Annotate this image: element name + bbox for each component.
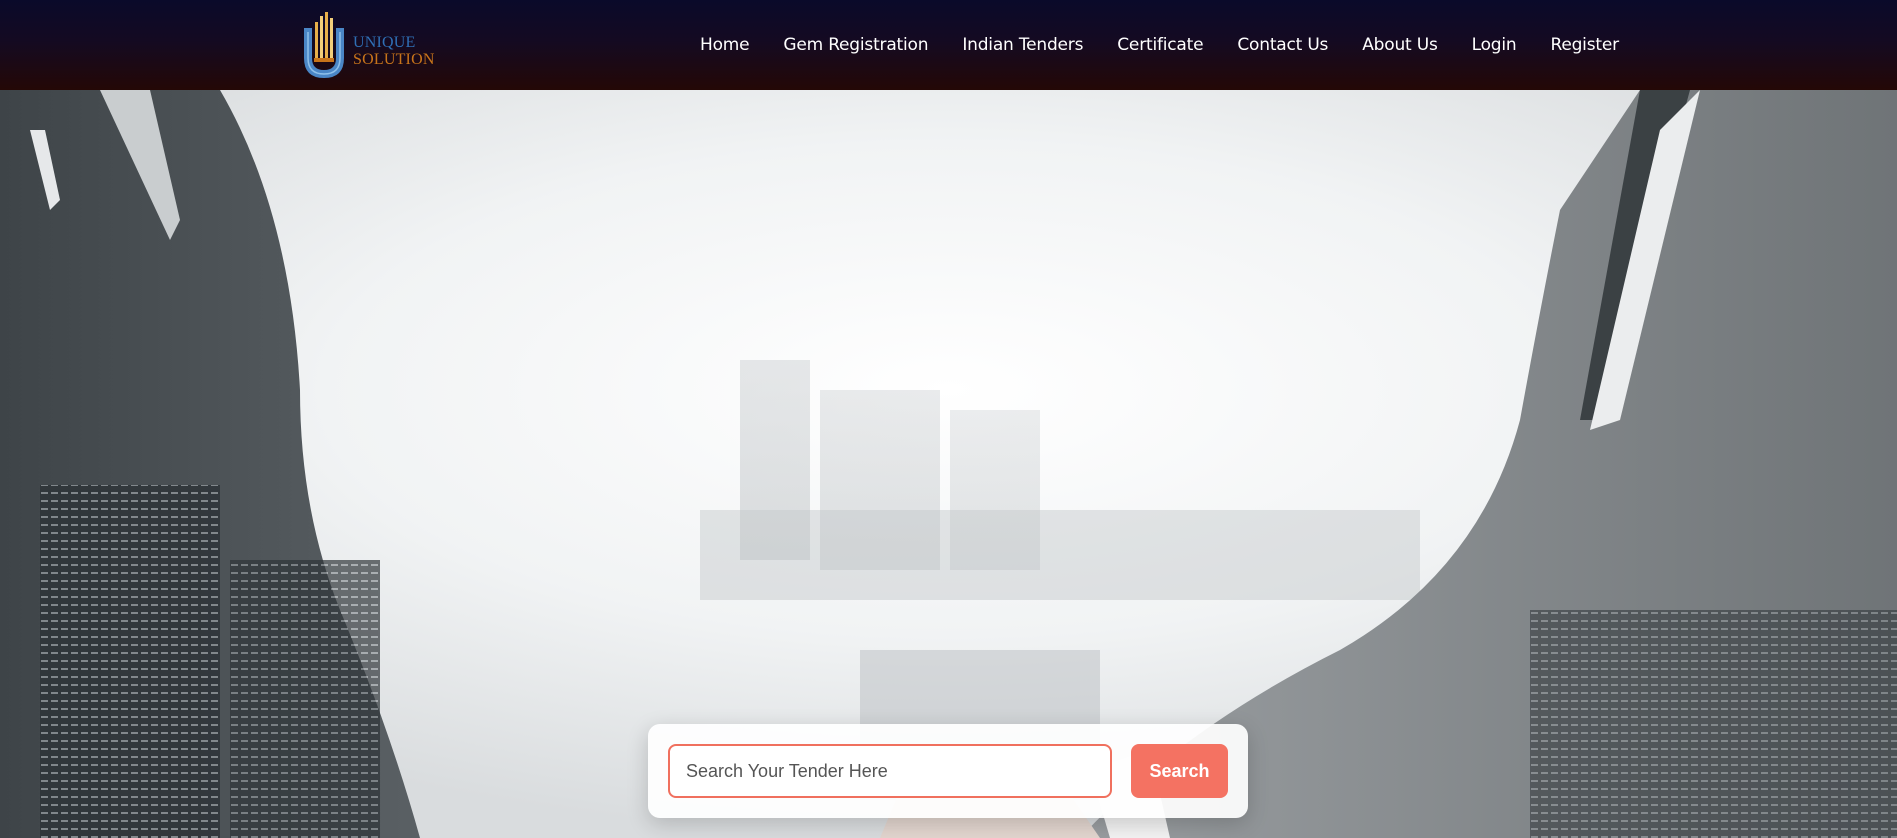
nav-item-login[interactable]: Login [1472, 35, 1517, 55]
nav-item-contact-us[interactable]: Contact Us [1237, 35, 1328, 55]
search-button[interactable]: Search [1131, 744, 1228, 798]
brand-logo[interactable]: UNIQUE SOLUTION [302, 10, 442, 82]
site-header: UNIQUE SOLUTION Home Gem Registration In… [0, 0, 1897, 90]
logo-text-solution: SOLUTION [353, 51, 435, 68]
main-nav: Home Gem Registration Indian Tenders Cer… [700, 0, 1619, 90]
nav-item-certificate[interactable]: Certificate [1117, 35, 1203, 55]
logo-text-unique: UNIQUE [353, 34, 416, 51]
page: UNIQUE SOLUTION Home Gem Registration In… [0, 0, 1897, 838]
nav-item-register[interactable]: Register [1550, 35, 1619, 55]
search-card: Search [648, 724, 1248, 818]
nav-item-gem-registration[interactable]: Gem Registration [783, 35, 928, 55]
nav-item-about-us[interactable]: About Us [1362, 35, 1438, 55]
nav-item-indian-tenders[interactable]: Indian Tenders [962, 35, 1083, 55]
search-input[interactable] [668, 744, 1112, 798]
hero-section: Search [0, 90, 1897, 838]
nav-item-home[interactable]: Home [700, 35, 750, 55]
